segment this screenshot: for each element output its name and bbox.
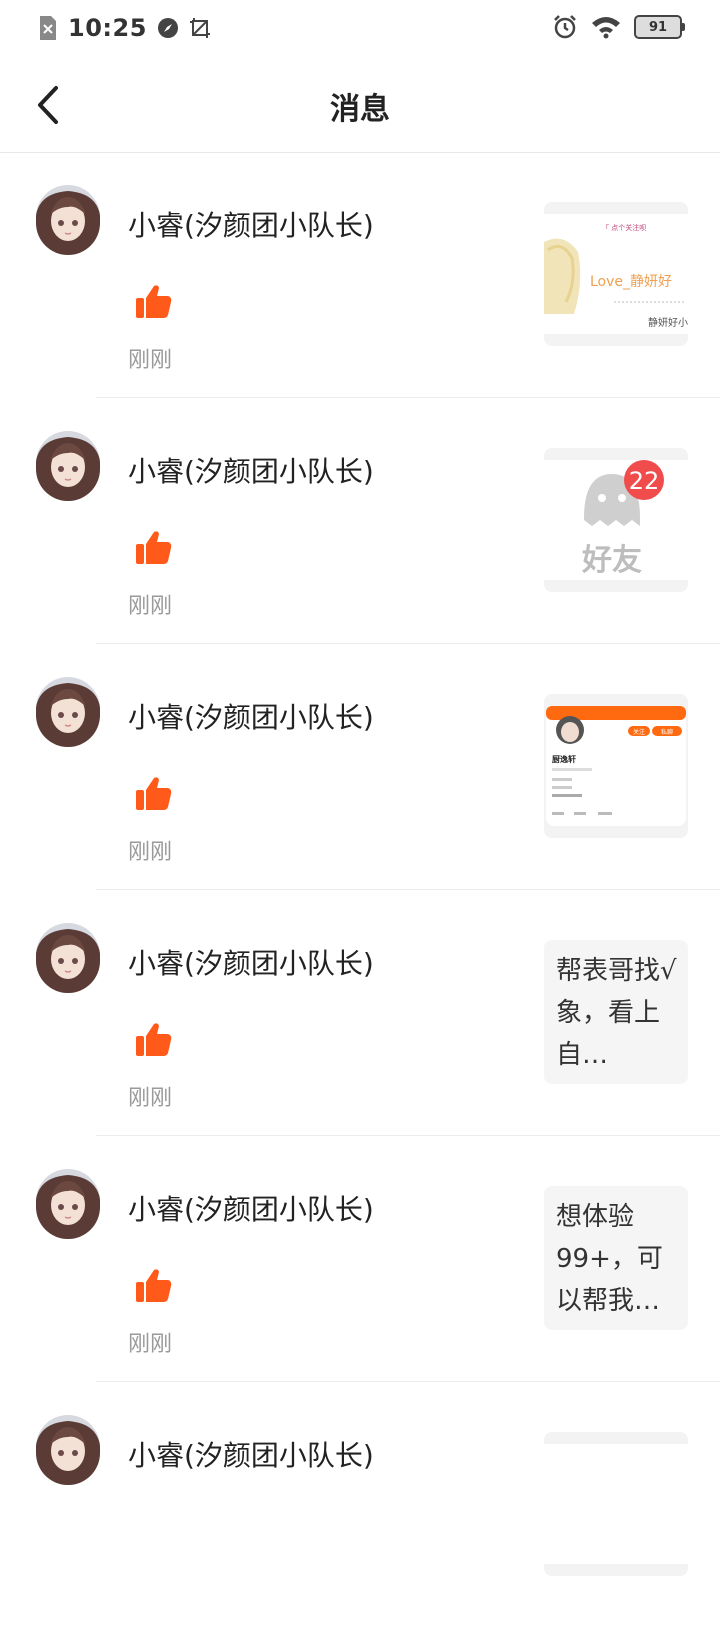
sim-off-icon bbox=[40, 16, 56, 40]
preview-text: 帮表哥找√象，看上自… bbox=[556, 956, 677, 1070]
avatar[interactable] bbox=[36, 431, 100, 501]
timestamp: 刚刚 bbox=[128, 840, 173, 865]
sender-name: 小睿(汐颜团小队长) bbox=[128, 1193, 374, 1226]
message-list: 小睿(汐颜团小队长) 刚刚 「 点个关注呗 Love_静妍好 静妍好小 小睿(汐… bbox=[0, 152, 720, 1628]
svg-text:私聊: 私聊 bbox=[661, 728, 673, 736]
timestamp: 刚刚 bbox=[128, 348, 173, 373]
page-title: 消息 bbox=[330, 92, 390, 127]
message-item[interactable]: 小睿(汐颜团小队长) 刚刚 想体验99+，可以帮我… bbox=[0, 1136, 720, 1382]
sender-name: 小睿(汐颜团小队长) bbox=[128, 455, 374, 488]
battery-indicator: 91 bbox=[634, 15, 685, 39]
thumbs-up-icon bbox=[136, 1269, 172, 1302]
message-item[interactable]: 小睿(汐颜团小队长) bbox=[0, 1382, 720, 1628]
sender-name: 小睿(汐颜团小队长) bbox=[128, 701, 374, 734]
message-item[interactable]: 小睿(汐颜团小队长) 刚刚 22 好友 bbox=[0, 398, 720, 644]
message-item[interactable]: 小睿(汐颜团小队长) 刚刚 「 点个关注呗 Love_静妍好 静妍好小 bbox=[0, 152, 720, 398]
sender-name: 小睿(汐颜团小队长) bbox=[128, 209, 374, 242]
avatar[interactable] bbox=[36, 1415, 100, 1485]
preview-text: 想体验99+，可以帮我… bbox=[556, 1202, 663, 1316]
svg-text:22: 22 bbox=[629, 467, 660, 495]
avatar[interactable] bbox=[36, 185, 100, 255]
post-thumbnail[interactable] bbox=[544, 1432, 688, 1576]
svg-text:Love_静妍好: Love_静妍好 bbox=[590, 274, 672, 290]
svg-text:「 点个关注呗: 「 点个关注呗 bbox=[602, 223, 646, 232]
svg-text:厨逸轩: 厨逸轩 bbox=[552, 754, 576, 764]
clock: 10:25 bbox=[68, 14, 147, 42]
timestamp: 刚刚 bbox=[128, 1332, 173, 1357]
message-item[interactable]: 小睿(汐颜团小队长) 刚刚 关注 私聊 厨逸轩 bbox=[0, 644, 720, 890]
alarm-icon bbox=[554, 15, 576, 39]
svg-text:静妍好小: 静妍好小 bbox=[648, 316, 688, 329]
sender-name: 小睿(汐颜团小队长) bbox=[128, 947, 374, 980]
avatar[interactable] bbox=[36, 1169, 100, 1239]
message-item[interactable]: 小睿(汐颜团小队长) 刚刚 帮表哥找√象，看上自… bbox=[0, 890, 720, 1136]
wifi-icon bbox=[592, 17, 620, 39]
post-thumbnail[interactable]: 关注 私聊 厨逸轩 bbox=[544, 694, 688, 838]
status-bar: 10:25 91 bbox=[0, 0, 720, 58]
timestamp: 刚刚 bbox=[128, 1086, 173, 1111]
post-thumbnail[interactable]: 「 点个关注呗 Love_静妍好 静妍好小 bbox=[544, 202, 688, 346]
header: 消息 bbox=[0, 58, 720, 153]
timestamp: 刚刚 bbox=[128, 594, 173, 619]
svg-text:好友: 好友 bbox=[581, 543, 642, 578]
thumbs-up-icon bbox=[136, 285, 172, 318]
battery-level: 91 bbox=[648, 19, 668, 35]
post-preview-text[interactable]: 帮表哥找√象，看上自… bbox=[544, 940, 688, 1084]
compass-icon bbox=[157, 18, 178, 38]
avatar[interactable] bbox=[36, 923, 100, 993]
thumbs-up-icon bbox=[136, 1023, 172, 1056]
svg-text:关注: 关注 bbox=[633, 728, 645, 736]
screenshot-icon bbox=[189, 18, 210, 38]
sender-name: 小睿(汐颜团小队长) bbox=[128, 1439, 374, 1472]
thumbs-up-icon bbox=[136, 777, 172, 810]
thumbs-up-icon bbox=[136, 531, 172, 564]
avatar[interactable] bbox=[36, 677, 100, 747]
post-preview-text[interactable]: 想体验99+，可以帮我… bbox=[544, 1186, 688, 1330]
post-thumbnail[interactable]: 22 好友 bbox=[544, 448, 688, 592]
